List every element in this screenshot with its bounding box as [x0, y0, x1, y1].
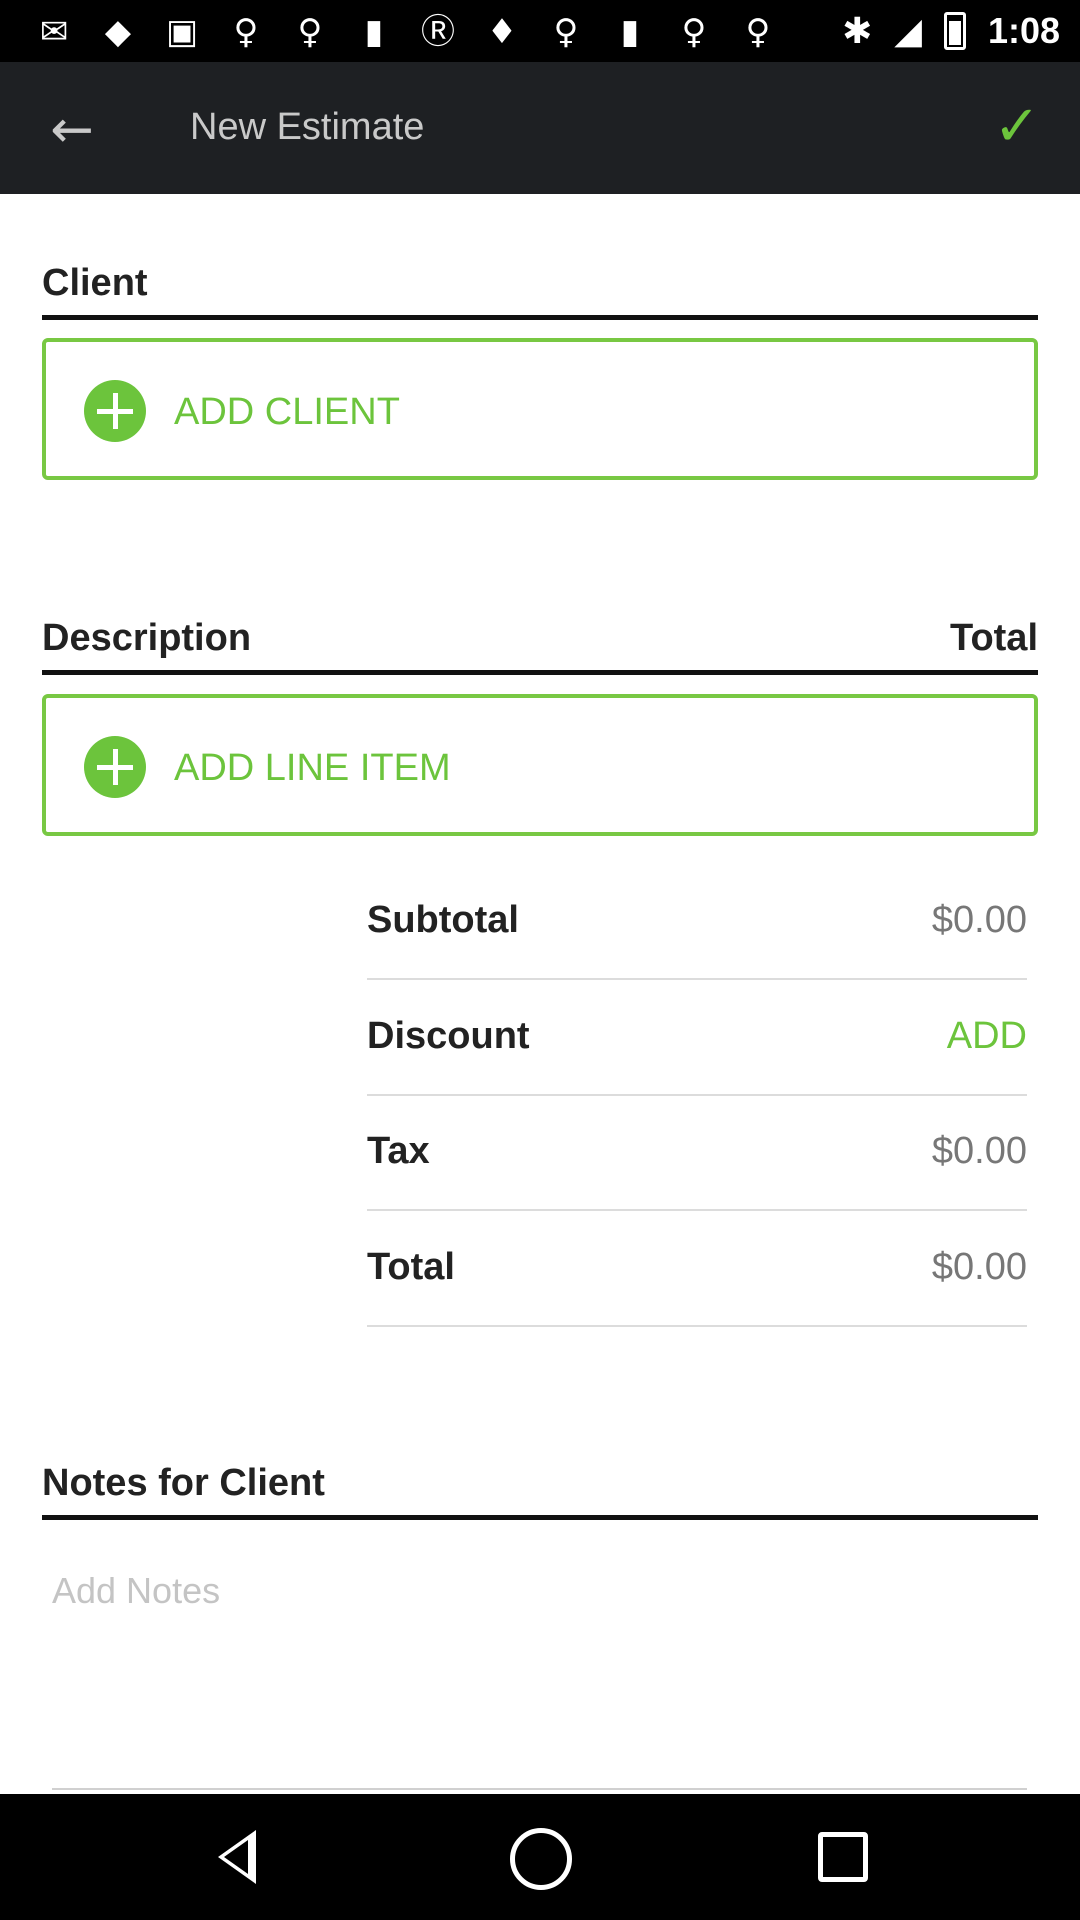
notes-heading-label: Notes for Client [42, 1462, 325, 1504]
nav-back-icon[interactable] [204, 1822, 274, 1892]
total-value: $0.00 [931, 1246, 1027, 1288]
bull-icon: ♦ [486, 12, 518, 52]
shield-icon: ◆ [104, 12, 132, 52]
subtotal-value: $0.00 [931, 899, 1027, 941]
square-icon: ▮ [620, 12, 640, 52]
mail-icon: ✉ [39, 12, 69, 52]
battery-icon [943, 12, 966, 50]
description-header: Description [42, 617, 252, 659]
add-client-button[interactable]: ADD CLIENT [42, 338, 1038, 480]
line-items-header: Description Total [42, 617, 1038, 675]
plus-circle-icon [84, 736, 146, 798]
location-icon: ♀ [297, 12, 323, 52]
plus-circle-icon [84, 380, 146, 442]
total-row: Total $0.00 [367, 1210, 1027, 1327]
bluetooth-icon: ✱ [842, 10, 873, 52]
total-label: Total [367, 1246, 455, 1288]
total-header: Total [950, 617, 1038, 659]
clock: 1:08 [987, 10, 1060, 51]
notes-input[interactable] [52, 1560, 1027, 1790]
subtotal-row: Subtotal $0.00 [367, 863, 1027, 980]
add-line-item-button[interactable]: ADD LINE ITEM [42, 694, 1038, 836]
location-icon: ♀ [681, 12, 707, 52]
subtotal-label: Subtotal [367, 899, 519, 941]
notes-heading: Notes for Client [42, 1462, 1038, 1520]
status-bar: ✉ ◆ ▣ ♀ ♀ ▮ Ⓡ ♦ ♀ ▮ ♀ ♀ ✱ ◢ 1:08 [0, 0, 1080, 62]
signal-icon: ◢ [894, 10, 922, 52]
add-client-label: ADD CLIENT [174, 391, 400, 433]
add-line-item-label: ADD LINE ITEM [174, 747, 451, 789]
discount-row: Discount ADD [367, 979, 1027, 1096]
back-arrow-icon[interactable]: ← [40, 98, 104, 162]
tax-value: $0.00 [931, 1130, 1027, 1172]
notification-icons: ✉ ◆ ▣ ♀ ♀ ▮ Ⓡ ♦ ♀ ▮ ♀ ♀ [22, 12, 790, 52]
page-title: New Estimate [190, 106, 425, 148]
app-bar: ← New Estimate ✓ [0, 62, 1080, 194]
nav-recents-icon[interactable] [808, 1822, 878, 1892]
nav-home-icon[interactable] [504, 1822, 574, 1892]
location-icon: ♀ [233, 12, 259, 52]
system-nav-bar [0, 1794, 1080, 1920]
location-icon: ♀ [553, 12, 579, 52]
discount-label: Discount [367, 1015, 530, 1057]
client-heading: Client [42, 262, 1038, 320]
tax-label: Tax [367, 1130, 430, 1172]
square-icon: ▮ [364, 12, 384, 52]
app-icon: ▣ [165, 12, 199, 52]
r-icon: Ⓡ [421, 12, 455, 52]
location-icon: ♀ [745, 12, 771, 52]
client-heading-label: Client [42, 262, 148, 304]
tax-row[interactable]: Tax $0.00 [367, 1094, 1027, 1211]
confirm-check-icon[interactable]: ✓ [982, 92, 1052, 162]
system-status: ✱ ◢ 1:08 [842, 10, 1060, 52]
add-discount-button[interactable]: ADD [947, 1015, 1027, 1058]
